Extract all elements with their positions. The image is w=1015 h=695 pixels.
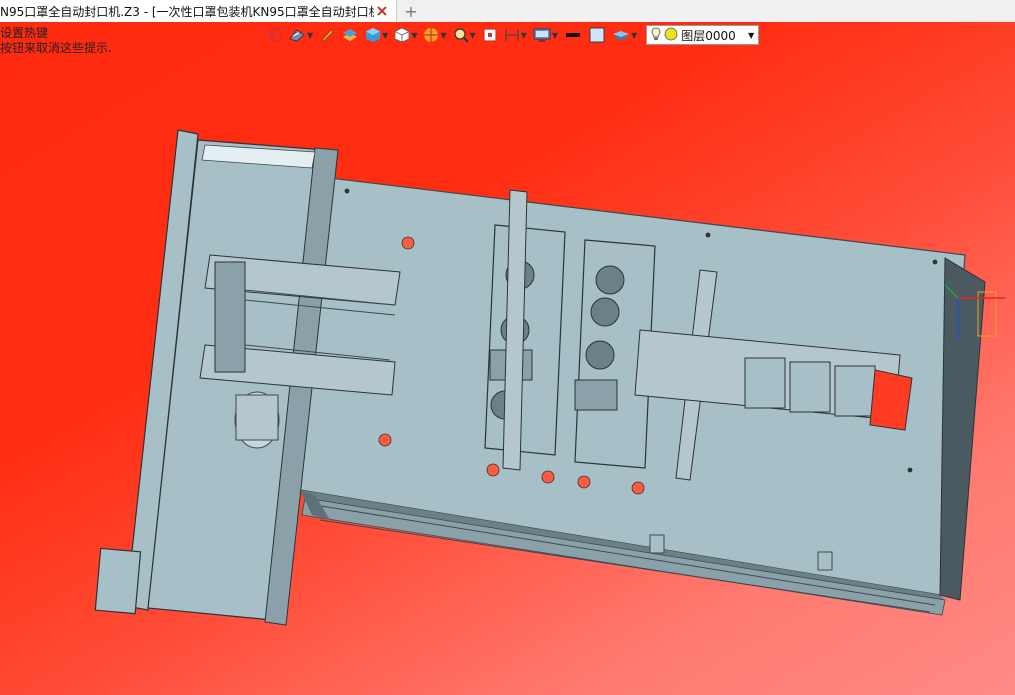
new-tab-icon[interactable]: +	[402, 2, 420, 21]
machine-model[interactable]	[0, 22, 1015, 695]
tab-title: N95口罩全自动封口机.Z3 - [一次性口罩包装机KN95口罩全自动封口机]	[0, 4, 374, 19]
tab-bar: N95口罩全自动封口机.Z3 - [一次性口罩包装机KN95口罩全自动封口机] …	[0, 0, 1015, 23]
close-icon[interactable]	[374, 3, 390, 19]
document-tab[interactable]: N95口罩全自动封口机.Z3 - [一次性口罩包装机KN95口罩全自动封口机]	[0, 0, 397, 22]
3d-viewport[interactable]: 设置热键 按钮来取消这些提示. ▼ ▼ ▼ ▼ ▼ ▼ ▼ ▼ 图层0000 ▼	[0, 22, 1015, 695]
